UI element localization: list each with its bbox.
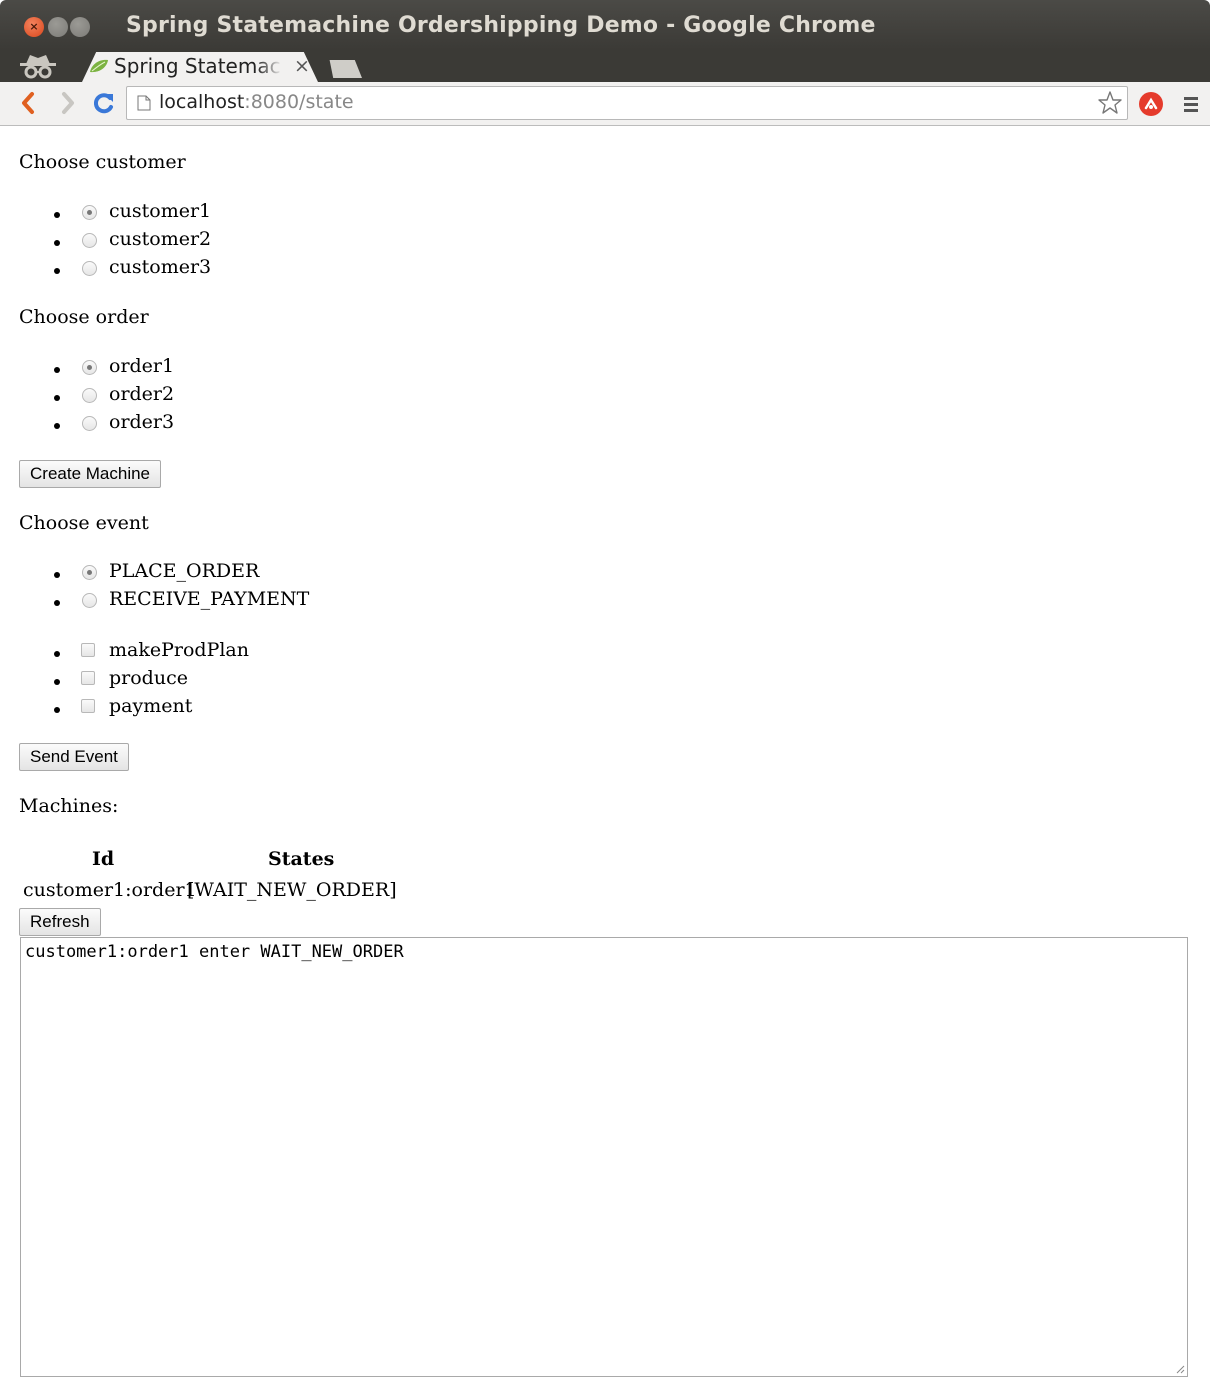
spring-leaf-icon <box>90 59 108 73</box>
option-label: payment <box>109 695 193 717</box>
back-icon[interactable] <box>16 88 42 118</box>
window-maximize-button[interactable] <box>70 17 90 37</box>
menu-icon[interactable] <box>1182 94 1200 114</box>
radio-order3[interactable] <box>82 416 97 431</box>
reload-icon[interactable] <box>90 88 116 118</box>
create-machine-button[interactable]: Create Machine <box>19 460 162 488</box>
refresh-button[interactable]: Refresh <box>19 908 101 936</box>
checkbox-produce[interactable] <box>81 671 95 685</box>
send-event-button[interactable]: Send Event <box>19 743 129 771</box>
url-host: localhost <box>159 91 245 113</box>
table-header-states: States <box>268 848 335 870</box>
order-label: order3 <box>109 411 175 433</box>
order-label: order2 <box>109 383 175 405</box>
bullet <box>54 423 60 429</box>
customer-label: customer1 <box>109 200 212 222</box>
bullet <box>54 212 60 218</box>
url-text: localhost:8080/state <box>159 91 354 113</box>
bookmark-star-icon[interactable] <box>1097 90 1123 116</box>
radio-receive-payment[interactable] <box>82 593 97 608</box>
radio-place-order[interactable] <box>82 565 97 580</box>
bullet <box>54 679 60 685</box>
bullet <box>54 707 60 713</box>
bullet <box>54 240 60 246</box>
radio-customer1[interactable] <box>82 205 97 220</box>
machines-label: Machines: <box>19 795 119 817</box>
page-icon <box>137 95 151 111</box>
tab-label: Spring Statemachine Ordershipping Demo <box>114 54 282 78</box>
tab-strip: Spring Statemachine Ordershipping Demo × <box>0 50 1210 82</box>
tab-spring-statemachine[interactable]: Spring Statemachine Ordershipping Demo × <box>82 52 318 82</box>
customer-label: customer3 <box>109 256 212 278</box>
extension-icon[interactable] <box>1138 91 1164 117</box>
new-tab-button[interactable] <box>329 60 362 78</box>
window-title: Spring Statemachine Ordershipping Demo -… <box>126 13 876 38</box>
bullet <box>54 572 60 578</box>
checkbox-make-prod-plan[interactable] <box>81 643 95 657</box>
option-label: produce <box>109 667 188 689</box>
radio-order2[interactable] <box>82 388 97 403</box>
radio-customer3[interactable] <box>82 261 97 276</box>
checkbox-payment[interactable] <box>81 699 95 713</box>
address-bar[interactable]: localhost:8080/state <box>126 86 1128 120</box>
url-path: :8080/state <box>244 91 354 113</box>
event-log-textarea[interactable]: customer1:order1 enter WAIT_NEW_ORDER <box>20 937 1188 1377</box>
option-label: makeProdPlan <box>109 639 249 661</box>
choose-customer-label: Choose customer <box>19 151 186 173</box>
order-label: order1 <box>109 355 175 377</box>
resize-grip-icon[interactable] <box>1175 1364 1185 1374</box>
browser-toolbar: localhost:8080/state <box>0 82 1210 126</box>
radio-customer2[interactable] <box>82 233 97 248</box>
incognito-icon <box>20 55 56 79</box>
event-label: PLACE_ORDER <box>109 560 260 582</box>
window-titlebar: × Spring Statemachine Ordershipping Demo… <box>0 0 1210 50</box>
event-label: RECEIVE_PAYMENT <box>109 588 310 610</box>
radio-order1[interactable] <box>82 360 97 375</box>
bullet <box>54 268 60 274</box>
table-cell-id: customer1:order1 <box>23 879 197 901</box>
bullet <box>54 367 60 373</box>
table-cell-states: [WAIT_NEW_ORDER] <box>187 879 397 901</box>
table-header-id: Id <box>92 848 115 870</box>
log-text: customer1:order1 enter WAIT_NEW_ORDER <box>25 942 404 962</box>
bullet <box>54 395 60 401</box>
customer-label: customer2 <box>109 228 212 250</box>
page-content: Choose customer customer1 customer2 cust… <box>0 127 1210 1377</box>
choose-event-label: Choose event <box>19 512 149 534</box>
window-close-button[interactable]: × <box>24 17 44 37</box>
bullet <box>54 600 60 606</box>
forward-icon[interactable] <box>56 88 82 118</box>
tab-close-icon[interactable]: × <box>294 55 310 77</box>
choose-order-label: Choose order <box>19 306 149 328</box>
window-minimize-button[interactable] <box>48 17 68 37</box>
bullet <box>54 651 60 657</box>
